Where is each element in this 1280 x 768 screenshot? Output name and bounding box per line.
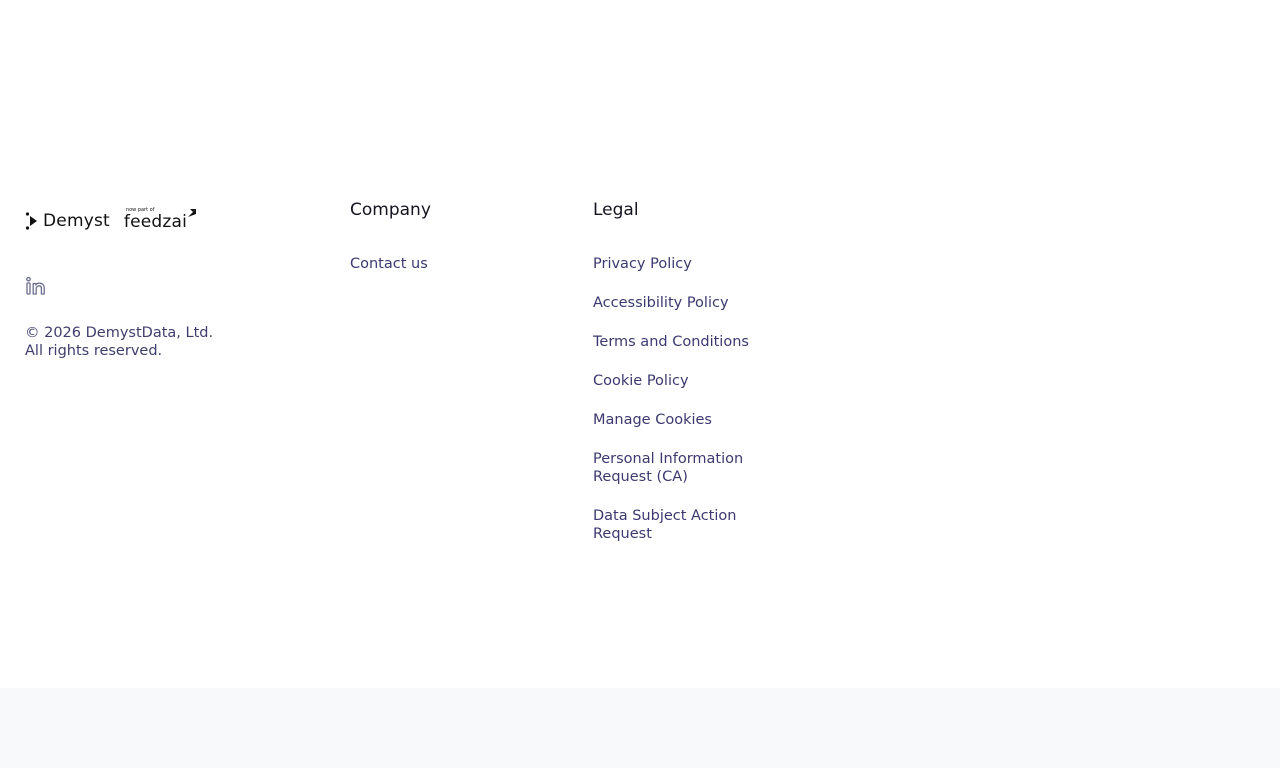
footer-column-legal: Legal Privacy Policy Accessibility Polic… — [593, 198, 793, 564]
feedzai-logo[interactable]: now part of feedzai — [124, 206, 196, 236]
list-item: Manage Cookies — [593, 411, 793, 429]
page: Demyst now part of feedzai © 2026 Demyst… — [0, 0, 1280, 768]
demyst-wordmark: Demyst — [43, 211, 110, 231]
link-list: Contact us — [350, 255, 550, 273]
list-item: Personal Information Request (CA) — [593, 450, 793, 486]
terms-and-conditions-link[interactable]: Terms and Conditions — [593, 333, 763, 351]
logo-row: Demyst now part of feedzai — [25, 206, 285, 236]
list-item: Cookie Policy — [593, 372, 793, 390]
personal-information-request-link[interactable]: Personal Information Request (CA) — [593, 450, 763, 486]
list-item: Accessibility Policy — [593, 294, 793, 312]
list-item: Data Subject Action Request — [593, 507, 793, 543]
manage-cookies-link[interactable]: Manage Cookies — [593, 411, 763, 429]
footer-brand: Demyst now part of feedzai © 2026 Demyst… — [25, 206, 285, 360]
footer-bottom-band — [0, 688, 1280, 768]
cookie-policy-link[interactable]: Cookie Policy — [593, 372, 763, 390]
arrow-up-right-icon — [187, 209, 196, 217]
linkedin-link[interactable] — [25, 276, 47, 302]
social-links — [25, 276, 285, 300]
copyright-line: All rights reserved. — [25, 343, 163, 359]
demyst-mark-icon — [25, 212, 37, 230]
copyright-line: © 2026 DemystData, Ltd. — [25, 325, 214, 341]
column-heading: Company — [350, 200, 431, 220]
data-subject-action-request-link[interactable]: Data Subject Action Request — [593, 507, 763, 543]
linkedin-icon — [26, 276, 45, 295]
accessibility-policy-link[interactable]: Accessibility Policy — [593, 294, 763, 312]
contact-us-link[interactable]: Contact us — [350, 255, 520, 273]
footer-column-company: Company Contact us — [350, 198, 550, 294]
list-item: Contact us — [350, 255, 550, 273]
column-heading: Legal — [593, 200, 639, 220]
list-item: Terms and Conditions — [593, 333, 793, 351]
copyright: © 2026 DemystData, Ltd. All rights reser… — [25, 324, 285, 360]
link-list: Privacy Policy Accessibility Policy Term… — [593, 255, 793, 543]
feedzai-wordmark: feedzai — [123, 212, 188, 232]
list-item: Privacy Policy — [593, 255, 793, 273]
privacy-policy-link[interactable]: Privacy Policy — [593, 255, 763, 273]
demyst-logo[interactable]: Demyst — [25, 208, 110, 234]
